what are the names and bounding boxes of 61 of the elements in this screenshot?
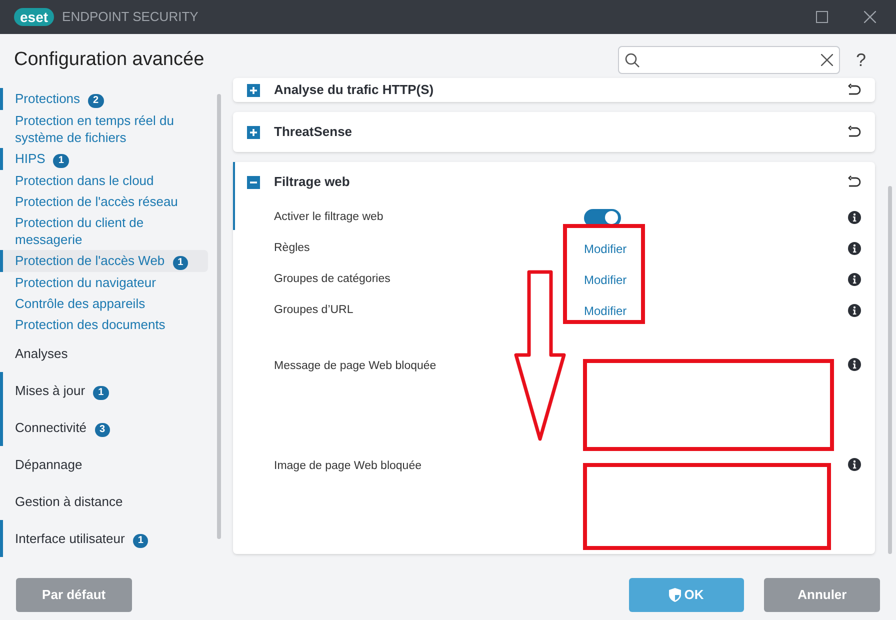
setting-label: Règles [274, 240, 311, 256]
undo-icon[interactable] [847, 125, 861, 139]
sidebar-label: Protection du client de messagerie [15, 214, 145, 248]
sidebar-label: Connectivité [15, 420, 87, 435]
info-icon[interactable] [848, 358, 861, 371]
page-title: Configuration avancée [14, 48, 204, 72]
setting-label: Groupes de catégories [274, 272, 392, 287]
expand-icon[interactable] [247, 84, 260, 96]
count-badge: 1 [132, 534, 148, 548]
help-button[interactable]: ? [856, 46, 866, 74]
sidebar-label: Protection de l'accès Web [15, 253, 165, 268]
info-icon[interactable] [848, 211, 861, 224]
scrollbar[interactable] [888, 186, 892, 554]
section-title[interactable]: ThreatSense [274, 122, 847, 142]
sidebar-label: Protections [15, 91, 80, 106]
edit-link[interactable]: Modifier [584, 270, 627, 288]
sidebar-label: Protection de l'accès réseau [15, 193, 178, 210]
sidebar-label: Analyses [15, 345, 68, 363]
section-title[interactable]: Analyse du trafic HTTP(S) [274, 80, 847, 100]
collapse-icon[interactable] [247, 176, 260, 188]
undo-icon[interactable] [847, 83, 861, 97]
sidebar-label: Protection des documents [15, 316, 166, 333]
sidebar-label: Gestion à distance [15, 493, 123, 511]
sidebar-label: HIPS [15, 151, 46, 166]
count-badge: 1 [93, 386, 109, 400]
shield-icon [669, 588, 682, 602]
sidebar-label: Interface utilisateur [15, 531, 125, 546]
sidebar-label: Protection du navigateur [15, 274, 156, 291]
edit-link[interactable]: Modifier [584, 302, 627, 320]
sidebar-label: Protection dans le cloud [15, 172, 154, 189]
setting-label: Activer le filtrage web [274, 210, 384, 225]
info-icon[interactable] [848, 242, 861, 255]
window-title: ENDPOINT SECURITY [62, 8, 198, 26]
cancel-button[interactable]: Annuler [764, 578, 880, 612]
info-icon[interactable] [848, 304, 861, 317]
sidebar-item[interactable]: Protection de l'accès Web 1 [3, 250, 208, 272]
count-badge: 3 [94, 423, 110, 437]
default-button[interactable]: Par défaut [16, 578, 132, 612]
sidebar-label: Mises à jour [15, 383, 86, 398]
search-field[interactable] [618, 46, 840, 74]
setting-label: Groupes d’URL [274, 302, 354, 318]
search-icon [624, 52, 640, 68]
expand-icon[interactable] [247, 126, 260, 138]
sidebar-label: Protection en temps réel du système de fichiers [15, 112, 175, 146]
count-badge: 1 [53, 154, 69, 168]
clear-icon[interactable] [820, 54, 833, 66]
section-title[interactable]: Filtrage web [274, 172, 847, 192]
edit-link[interactable]: Modifier [584, 240, 627, 258]
sidebar-label: Dépannage [15, 456, 82, 474]
setting-label: Message de page Web bloquée [274, 359, 438, 374]
logo: eset [14, 8, 54, 26]
maximize-icon[interactable] [816, 11, 828, 23]
setting-label: Image de page Web bloquée [274, 459, 422, 474]
info-icon[interactable] [848, 273, 861, 286]
scrollbar[interactable] [217, 94, 221, 539]
info-icon[interactable] [848, 458, 861, 471]
undo-icon[interactable] [847, 175, 861, 189]
count-badge: 2 [88, 94, 104, 108]
close-icon[interactable] [864, 11, 876, 23]
count-badge: 1 [172, 256, 188, 270]
sidebar-label: Contrôle des appareils [15, 295, 146, 312]
